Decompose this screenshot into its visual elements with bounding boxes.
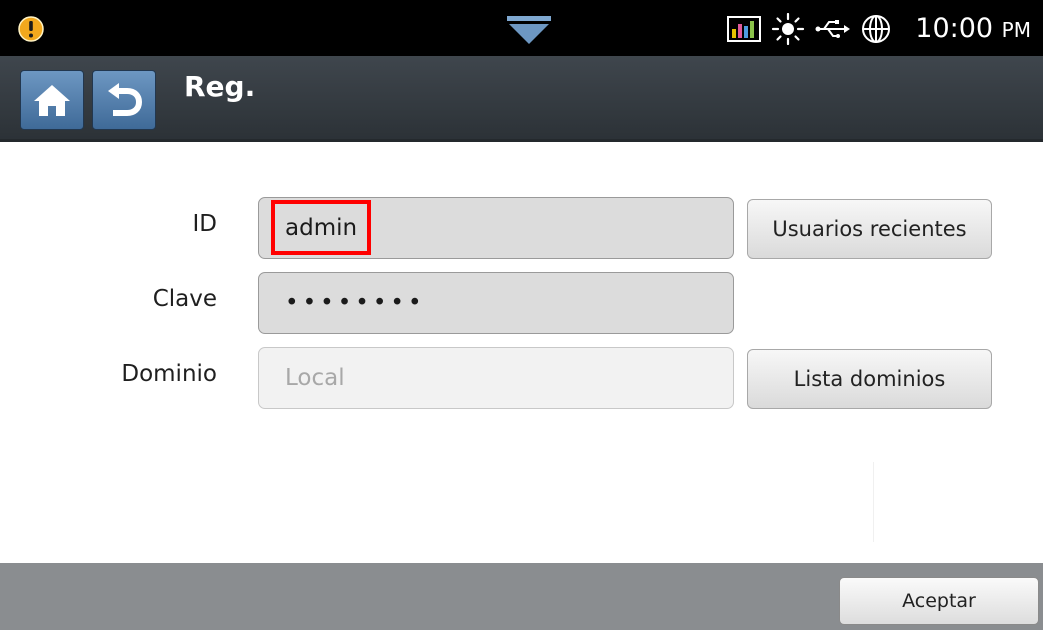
signal-bars-icon [727, 16, 761, 42]
accept-button[interactable]: Aceptar [839, 577, 1039, 625]
id-row: ID admin Usuarios recientes [0, 197, 1043, 261]
notification-drawer-icon[interactable] [507, 14, 551, 48]
id-label: ID [192, 211, 218, 237]
back-button[interactable] [92, 70, 156, 130]
status-bar: 10:00 PM [0, 0, 1043, 56]
domain-field[interactable]: Local [258, 347, 734, 409]
home-button[interactable] [20, 70, 84, 130]
brightness-icon [771, 13, 805, 45]
password-row: Clave •••••••• [0, 272, 1043, 336]
usb-icon [815, 20, 850, 38]
domain-row: Dominio Local Lista dominios [0, 347, 1043, 411]
clock-time: 10:00 [915, 13, 994, 44]
password-label: Clave [152, 286, 217, 312]
divider [873, 462, 874, 542]
footer-bar: Aceptar [0, 563, 1043, 630]
clock-ampm: PM [1001, 18, 1031, 42]
system-icons [727, 13, 891, 45]
domain-list-button[interactable]: Lista dominios [747, 349, 992, 409]
domain-label: Dominio [121, 361, 217, 387]
clock: 10:00 PM [915, 13, 1031, 46]
warning-icon[interactable] [18, 16, 44, 42]
password-field[interactable]: •••••••• [258, 272, 734, 334]
page-title: Reg. [184, 70, 256, 103]
id-field[interactable]: admin [258, 197, 734, 259]
title-bar: Reg. [0, 56, 1043, 142]
home-icon [34, 85, 70, 116]
back-arrow-icon [108, 83, 143, 116]
recent-users-button[interactable]: Usuarios recientes [747, 199, 992, 259]
globe-icon [862, 15, 890, 43]
